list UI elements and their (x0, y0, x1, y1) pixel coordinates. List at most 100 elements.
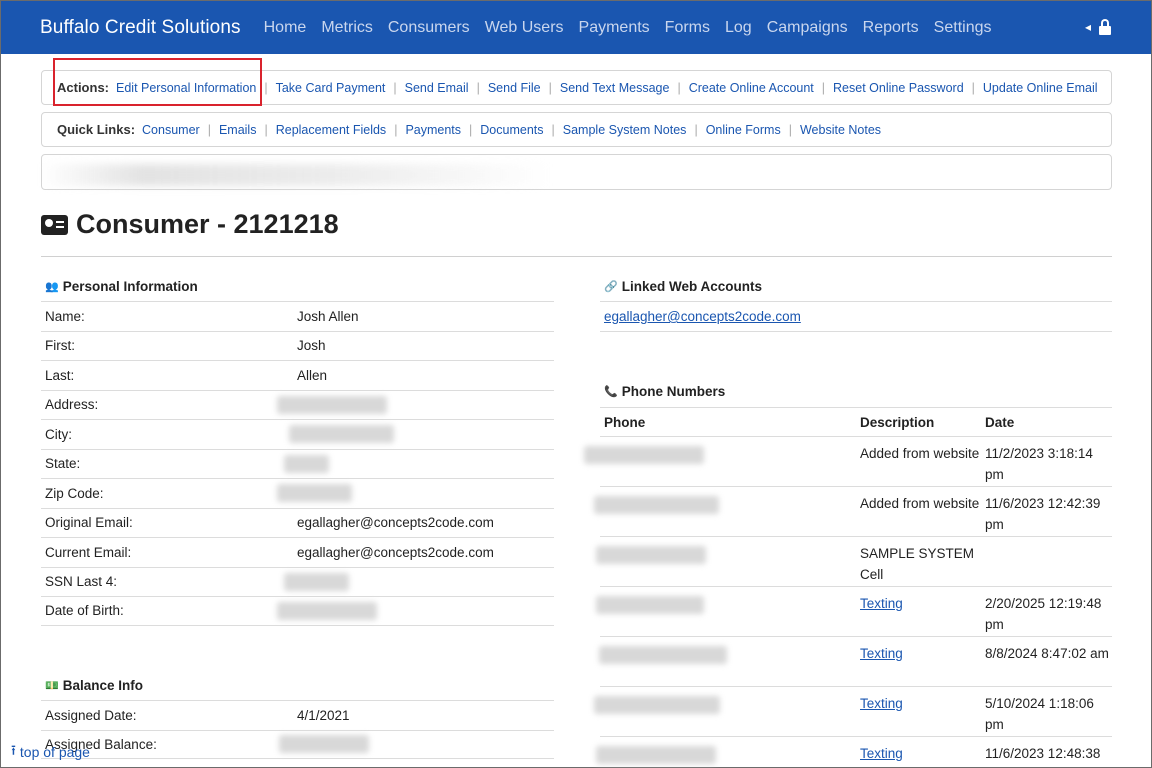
phone-row: Texting 2/20/2025 12:19:48 pm (596, 586, 1112, 636)
phone-description: Added from website (856, 493, 981, 514)
texting-link[interactable]: Texting (856, 693, 981, 714)
info-row: Zip Code: (41, 478, 554, 508)
quick-link-consumer[interactable]: Consumer (142, 123, 200, 137)
info-value (284, 572, 554, 591)
quick-link-website-notes[interactable]: Website Notes (800, 123, 881, 137)
separator: | (548, 80, 552, 95)
nav-item-web-users[interactable]: Web Users (485, 19, 564, 37)
linked-account-link[interactable]: egallagher@concepts2code.com (604, 309, 801, 324)
info-value: egallagher@concepts2code.com (297, 515, 494, 531)
info-row: Assigned Date: 4/1/2021 (41, 700, 554, 730)
lock-icon[interactable] (1099, 19, 1111, 35)
info-value (284, 454, 554, 473)
nav-item-settings[interactable]: Settings (934, 19, 992, 37)
redacted-value (289, 425, 394, 444)
info-row: Current Email: egallagher@concepts2code.c… (41, 537, 554, 567)
col-date: Date (985, 414, 1015, 430)
action-update-online-email[interactable]: Update Online Email (983, 81, 1098, 95)
nav-item-consumers[interactable]: Consumers (388, 19, 470, 37)
id-card-icon (41, 214, 68, 235)
phone-description-text[interactable]: Texting (860, 596, 903, 611)
nav-item-payments[interactable]: Payments (579, 19, 650, 37)
redacted-value (277, 484, 352, 503)
quick-link-sample-system-notes[interactable]: Sample System Notes (563, 123, 687, 137)
phone-icon: 📞 (604, 386, 618, 398)
action-take-card-payment[interactable]: Take Card Payment (276, 81, 386, 95)
balance-info-table: Assigned Date: 4/1/2021 Assigned Balance: (41, 700, 554, 759)
info-label: Zip Code: (45, 485, 104, 501)
page-title-text: Consumer - 2121218 (76, 209, 339, 239)
action-send-file[interactable]: Send File (488, 81, 541, 95)
phone-numbers-table: Phone Description Date Added from websit… (584, 407, 1112, 768)
info-row: City: (41, 419, 554, 449)
info-value: egallagher@concepts2code.com (297, 544, 494, 560)
personal-info-heading-text: Personal Information (62, 279, 198, 294)
redacted-value (277, 395, 387, 414)
info-value: Josh Allen (297, 308, 359, 324)
action-reset-online-password[interactable]: Reset Online Password (833, 81, 964, 95)
info-value: Josh (297, 338, 326, 354)
arrow-up-icon: ⭱ (11, 742, 16, 758)
phone-row: Texting 5/10/2024 1:18:06 pm (594, 686, 1112, 736)
info-row: First: Josh (41, 330, 554, 361)
info-value (289, 425, 554, 444)
personal-info-table: Name: Josh Allen First: Josh Last: Allen Addre… (41, 301, 554, 626)
quick-link-online-forms[interactable]: Online Forms (706, 123, 781, 137)
redacted-content (41, 164, 551, 186)
texting-link[interactable]: Texting (856, 643, 981, 664)
main-nav: Home Metrics Consumers Web Users Payments For… (264, 19, 1007, 37)
phone-value (594, 493, 856, 515)
top-navbar: Buffalo Credit Solutions Home Metrics Cons… (1, 1, 1151, 54)
linked-accounts-table: egallagher@concepts2code.com (600, 301, 1112, 332)
texting-link[interactable]: Texting (856, 743, 981, 764)
separator: | (393, 80, 397, 95)
nav-item-reports[interactable]: Reports (863, 19, 919, 37)
nav-right: ◂ (1085, 19, 1111, 35)
redacted-value (277, 601, 377, 620)
phone-description-text[interactable]: Texting (860, 646, 903, 661)
separator: | (551, 122, 555, 137)
action-send-email[interactable]: Send Email (405, 81, 469, 95)
phone-row: Texting 8/8/2024 8:47:02 am (599, 636, 1112, 686)
phone-description-text[interactable]: Texting (860, 746, 903, 761)
info-value (277, 601, 554, 620)
separator: | (677, 80, 681, 95)
phone-value (596, 543, 856, 565)
personal-info-heading: 👥 Personal Information (45, 279, 198, 294)
quick-link-documents[interactable]: Documents (480, 123, 543, 137)
info-value: Allen (297, 367, 328, 383)
info-row: Last: Allen (41, 360, 554, 390)
nav-item-home[interactable]: Home (264, 19, 307, 37)
phone-description-text[interactable]: Texting (860, 696, 903, 711)
linked-account-row: egallagher@concepts2code.com (600, 301, 1112, 332)
page-title: Consumer - 2121218 (41, 209, 339, 240)
action-create-online-account[interactable]: Create Online Account (689, 81, 814, 95)
redacted-phone (596, 746, 716, 765)
action-send-text-message[interactable]: Send Text Message (560, 81, 670, 95)
info-row: Assigned Balance: (41, 729, 554, 759)
nav-item-campaigns[interactable]: Campaigns (767, 19, 848, 37)
top-of-page-link[interactable]: ⭱ top of page (11, 740, 90, 764)
chevron-left-icon[interactable]: ◂ (1085, 20, 1091, 34)
quick-link-payments[interactable]: Payments (405, 123, 461, 137)
phone-row: Added from website 11/6/2023 12:42:39 pm (594, 486, 1112, 536)
separator: | (821, 80, 826, 95)
nav-item-log[interactable]: Log (725, 19, 752, 37)
quick-link-replacement-fields[interactable]: Replacement Fields (276, 123, 386, 137)
nav-item-metrics[interactable]: Metrics (321, 19, 373, 37)
info-label: City: (45, 426, 72, 442)
separator: | (394, 122, 398, 137)
redacted-phone (596, 546, 706, 565)
info-value (277, 395, 554, 414)
brand-title[interactable]: Buffalo Credit Solutions (40, 17, 241, 39)
quick-link-emails[interactable]: Emails (219, 123, 257, 137)
quick-links-bar: Quick Links: Consumer | Emails | Replacement… (41, 112, 1112, 147)
nav-item-forms[interactable]: Forms (665, 19, 710, 37)
title-divider (41, 256, 1112, 257)
separator: | (476, 80, 480, 95)
separator: | (264, 122, 268, 137)
phone-description-text: SAMPLE SYSTEM Cell (860, 546, 975, 582)
top-of-page-text[interactable]: top of page (20, 744, 90, 760)
texting-link[interactable]: Texting (856, 593, 981, 614)
info-label: State: (45, 456, 81, 472)
